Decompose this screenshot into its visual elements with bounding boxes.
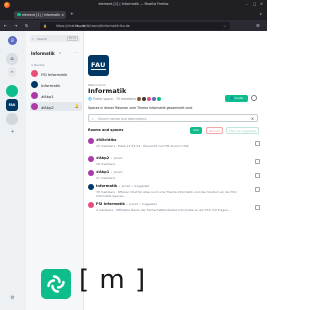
lock-icon[interactable]: 🔒 [43,24,47,28]
matrix-logo: [ m ] [79,265,147,295]
room-avatar [31,81,38,88]
room-directory-search[interactable]: ⌕ Search names and descriptions ✕ [88,114,258,122]
directory-room-item[interactable]: #Wichtiks 15 members · Erste 12:33:24 · … [88,138,260,154]
url-host: fau.de [75,23,86,28]
close-tab-icon[interactable]: × [61,13,64,17]
room-item-fsi-informatik[interactable]: FSI Informatik [30,69,82,78]
space-avatar-green[interactable] [6,85,18,97]
room-avatar [88,138,94,144]
room-checkbox[interactable] [255,141,260,146]
room-detail: 76 members · Offener Chat für alles rund… [96,189,237,198]
search-shortcut: Ctrl K [66,36,78,42]
search-icon: ⌕ [32,36,34,41]
member-avatars[interactable] [136,95,168,102]
rooms-section-header[interactable]: ∨ Rooms [31,63,44,67]
minimize-button[interactable]: – [246,2,248,6]
space-avatar-grey[interactable] [6,113,18,125]
room-search-placeholder: Search [37,36,48,41]
directory-search-placeholder: Search names and descriptions [98,117,147,122]
room-detail: 15 members · Erste 12:33:24 · Übersicht … [96,143,189,148]
space-settings-icon[interactable] [251,95,257,101]
room-avatar [88,170,94,176]
member-avatar [156,95,162,102]
new-tab-button[interactable]: + [70,12,74,17]
tab-bar: element [1] | Informatik × + ∨ [0,9,267,20]
explore-icon[interactable]: ≡ [7,67,17,77]
clear-search-icon[interactable]: ✕ [251,117,254,121]
space-name[interactable]: Informatik [31,51,55,56]
room-checkbox[interactable] [255,205,260,210]
tab-favicon-icon [17,12,21,17]
room-avatar [31,70,38,77]
space-panel: B ⌂ ≡ FAU + ⚙ [0,31,26,310]
list-tabs-button[interactable]: ∨ [259,12,262,16]
room-checkbox[interactable] [255,159,260,164]
space-title: Informatik [88,87,127,95]
tab-title: element [1] | Informatik [22,12,61,17]
home-icon[interactable]: ⌂ [6,53,18,65]
remove-button[interactable]: Remove [206,126,223,134]
room-detail: 18 members [96,161,116,166]
room-avatar [31,103,38,110]
room-name: #Wichtiks [96,138,117,142]
room-search[interactable]: ⌕ Search Ctrl K [30,35,80,42]
room-avatar [88,202,94,208]
window-title: element [1] | Informatik — Mozilla Firef… [98,2,169,6]
space-avatar-fau[interactable]: FAU [6,99,18,111]
app-menu-button[interactable]: ☰ [256,23,260,28]
room-checkbox[interactable] [255,187,260,192]
room-item-informatik[interactable]: Informatik [30,80,82,89]
chevron-down-icon[interactable]: ∨ [59,51,61,55]
back-button[interactable]: ← [4,23,7,28]
room-name: #Akp2 ✓ Joined [96,156,123,160]
space-description: Spaces in dieser Räumen zum Thema Inform… [88,105,194,110]
url-path: /#/room/#informatik:fau.de [85,23,130,28]
reload-button[interactable]: ↻ [25,23,28,28]
directory-room-item[interactable]: #Akp2 ✓ Joined 18 members [88,156,260,168]
room-item-akp1[interactable]: #Akp1 [30,91,82,100]
directory-room-item[interactable]: #Akp1 ✓ Joined 11 members [88,170,260,182]
browser-titlebar: element [1] | Informatik — Mozilla Firef… [0,0,267,9]
forward-button[interactable]: → [14,23,17,28]
notification-bell-icon[interactable]: 🔔 [75,104,79,108]
bookmark-star-icon[interactable]: ☆ [223,24,226,28]
invite-button[interactable]: 👤 Invite [225,94,248,102]
nav-bar: ← → ↻ 🔒 https://chat.fau.de/#/room/#info… [0,20,267,31]
maximize-button[interactable]: □ [253,2,256,6]
room-avatar [88,184,94,190]
element-logo-icon [41,269,71,299]
directory-room-item[interactable]: FSI Informatik ✓ Joined ✓ Suggested 2 me… [88,202,260,218]
room-avatar [31,92,38,99]
mark-suggested-button[interactable]: Mark as suggested [226,126,259,134]
room-detail: 11 members [96,175,116,180]
room-detail: 2 members · Offizieller Raum der Fachsch… [96,207,231,212]
room-avatar [88,156,94,162]
add-button[interactable]: Add [190,126,202,134]
directory-room-item[interactable]: Informatik ✓ Joined ✓ Suggested 76 membe… [88,184,260,200]
url-bar[interactable]: 🔒 https://chat.fau.de/#/room/#informatik… [40,21,230,30]
rooms-heading: Rooms and spaces [88,128,124,132]
room-checkbox[interactable] [255,173,260,178]
room-name: FSI Informatik [41,71,68,77]
room-name: Informatik [41,82,61,88]
room-name: #Akp2 [41,104,54,110]
element-mark-svg [47,275,65,293]
options-icon[interactable]: ⋯ [74,51,77,55]
logo-divider [91,69,106,70]
quick-settings-icon[interactable]: ⚙ [8,294,17,303]
room-name: #Akp1 ✓ Joined [96,170,123,174]
fau-logo: FAU [88,55,109,76]
room-name: #Akp1 [41,93,54,99]
browser-tab[interactable]: element [1] | Informatik × [14,10,66,19]
search-icon: ⌕ [92,117,94,121]
close-window-button[interactable]: ✕ [260,2,263,6]
space-meta[interactable]: 🌐 Public space · 70 members · [88,97,138,101]
room-name: FSI Informatik ✓ Joined ✓ Suggested [96,202,157,206]
logo-text: FAU [91,61,106,69]
add-space-icon[interactable]: + [8,128,17,137]
room-item-akp2[interactable]: #Akp2 🔔 [30,102,82,111]
url-prefix: https://chat. [56,23,76,28]
room-name: Informatik ✓ Joined ✓ Suggested [96,184,150,188]
user-avatar[interactable]: B [8,36,17,45]
